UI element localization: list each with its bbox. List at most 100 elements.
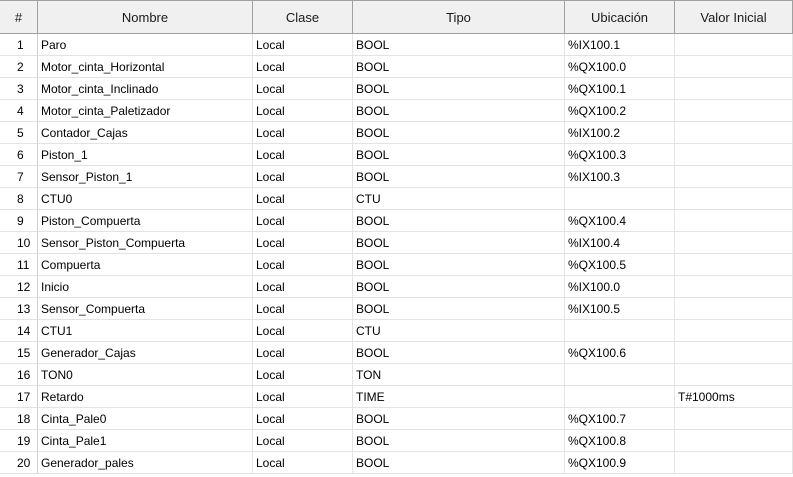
cell-clase[interactable]: Local [253, 430, 353, 452]
cell-nombre[interactable]: Sensor_Piston_Compuerta [38, 232, 253, 254]
table-row[interactable]: 14 CTU1 Local CTU [0, 320, 793, 342]
cell-ubicacion[interactable]: %IX100.0 [565, 276, 675, 298]
row-number[interactable]: 14 [0, 320, 38, 342]
table-row[interactable]: 19 Cinta_Pale1 Local BOOL %QX100.8 [0, 430, 793, 452]
cell-ubicacion[interactable]: %QX100.5 [565, 254, 675, 276]
cell-clase[interactable]: Local [253, 56, 353, 78]
cell-valor-inicial[interactable] [675, 320, 793, 342]
row-number[interactable]: 9 [0, 210, 38, 232]
cell-valor-inicial[interactable] [675, 254, 793, 276]
cell-tipo[interactable]: BOOL [353, 34, 565, 56]
cell-valor-inicial[interactable] [675, 100, 793, 122]
table-row[interactable]: 15 Generador_Cajas Local BOOL %QX100.6 [0, 342, 793, 364]
row-number[interactable]: 8 [0, 188, 38, 210]
row-number[interactable]: 20 [0, 452, 38, 474]
cell-valor-inicial[interactable] [675, 122, 793, 144]
cell-tipo[interactable]: BOOL [353, 100, 565, 122]
cell-ubicacion[interactable]: %QX100.0 [565, 56, 675, 78]
cell-tipo[interactable]: BOOL [353, 342, 565, 364]
row-number[interactable]: 2 [0, 56, 38, 78]
cell-clase[interactable]: Local [253, 100, 353, 122]
cell-valor-inicial[interactable] [675, 298, 793, 320]
cell-ubicacion[interactable]: %QX100.4 [565, 210, 675, 232]
cell-nombre[interactable]: Cinta_Pale1 [38, 430, 253, 452]
table-row[interactable]: 7 Sensor_Piston_1 Local BOOL %IX100.3 [0, 166, 793, 188]
cell-nombre[interactable]: Inicio [38, 276, 253, 298]
cell-valor-inicial[interactable] [675, 452, 793, 474]
cell-clase[interactable]: Local [253, 364, 353, 386]
cell-ubicacion[interactable]: %QX100.6 [565, 342, 675, 364]
cell-valor-inicial[interactable] [675, 34, 793, 56]
cell-clase[interactable]: Local [253, 144, 353, 166]
cell-clase[interactable]: Local [253, 166, 353, 188]
cell-tipo[interactable]: BOOL [353, 166, 565, 188]
cell-tipo[interactable]: BOOL [353, 408, 565, 430]
cell-valor-inicial[interactable] [675, 276, 793, 298]
table-row[interactable]: 20 Generador_pales Local BOOL %QX100.9 [0, 452, 793, 474]
cell-clase[interactable]: Local [253, 188, 353, 210]
cell-ubicacion[interactable]: %QX100.1 [565, 78, 675, 100]
cell-nombre[interactable]: Compuerta [38, 254, 253, 276]
cell-ubicacion[interactable] [565, 364, 675, 386]
cell-nombre[interactable]: Sensor_Compuerta [38, 298, 253, 320]
cell-nombre[interactable]: Cinta_Pale0 [38, 408, 253, 430]
table-row[interactable]: 5 Contador_Cajas Local BOOL %IX100.2 [0, 122, 793, 144]
cell-clase[interactable]: Local [253, 276, 353, 298]
row-number[interactable]: 10 [0, 232, 38, 254]
table-row[interactable]: 3 Motor_cinta_Inclinado Local BOOL %QX100.1 [0, 78, 793, 100]
cell-tipo[interactable]: CTU [353, 320, 565, 342]
table-row[interactable]: 6 Piston_1 Local BOOL %QX100.3 [0, 144, 793, 166]
row-number[interactable]: 5 [0, 122, 38, 144]
table-row[interactable]: 2 Motor_cinta_Horizontal Local BOOL %QX100.0 [0, 56, 793, 78]
cell-tipo[interactable]: BOOL [353, 122, 565, 144]
cell-tipo[interactable]: BOOL [353, 56, 565, 78]
cell-clase[interactable]: Local [253, 122, 353, 144]
cell-ubicacion[interactable] [565, 188, 675, 210]
table-row[interactable]: 10 Sensor_Piston_Compuerta Local BOOL %IX100… [0, 232, 793, 254]
cell-valor-inicial[interactable] [675, 144, 793, 166]
cell-valor-inicial[interactable] [675, 364, 793, 386]
cell-clase[interactable]: Local [253, 298, 353, 320]
cell-tipo[interactable]: BOOL [353, 276, 565, 298]
row-number[interactable]: 6 [0, 144, 38, 166]
table-row[interactable]: 4 Motor_cinta_Paletizador Local BOOL %QX100.… [0, 100, 793, 122]
cell-tipo[interactable]: BOOL [353, 210, 565, 232]
row-number[interactable]: 15 [0, 342, 38, 364]
row-number[interactable]: 13 [0, 298, 38, 320]
cell-ubicacion[interactable]: %IX100.2 [565, 122, 675, 144]
cell-ubicacion[interactable]: %QX100.7 [565, 408, 675, 430]
cell-nombre[interactable]: Retardo [38, 386, 253, 408]
cell-valor-inicial[interactable] [675, 188, 793, 210]
cell-clase[interactable]: Local [253, 408, 353, 430]
column-header-tipo[interactable]: Tipo [353, 1, 565, 33]
cell-nombre[interactable]: Sensor_Piston_1 [38, 166, 253, 188]
cell-tipo[interactable]: BOOL [353, 254, 565, 276]
cell-tipo[interactable]: BOOL [353, 452, 565, 474]
column-header-number[interactable]: # [0, 1, 38, 33]
cell-clase[interactable]: Local [253, 210, 353, 232]
cell-clase[interactable]: Local [253, 342, 353, 364]
cell-clase[interactable]: Local [253, 452, 353, 474]
cell-nombre[interactable]: CTU0 [38, 188, 253, 210]
cell-ubicacion[interactable] [565, 320, 675, 342]
cell-nombre[interactable]: TON0 [38, 364, 253, 386]
cell-clase[interactable]: Local [253, 254, 353, 276]
cell-clase[interactable]: Local [253, 386, 353, 408]
cell-tipo[interactable]: BOOL [353, 232, 565, 254]
cell-tipo[interactable]: CTU [353, 188, 565, 210]
cell-tipo[interactable]: BOOL [353, 430, 565, 452]
cell-nombre[interactable]: Motor_cinta_Horizontal [38, 56, 253, 78]
row-number[interactable]: 18 [0, 408, 38, 430]
cell-nombre[interactable]: Contador_Cajas [38, 122, 253, 144]
table-row[interactable]: 8 CTU0 Local CTU [0, 188, 793, 210]
cell-valor-inicial[interactable] [675, 56, 793, 78]
cell-clase[interactable]: Local [253, 34, 353, 56]
cell-tipo[interactable]: BOOL [353, 78, 565, 100]
cell-clase[interactable]: Local [253, 320, 353, 342]
cell-ubicacion[interactable]: %QX100.9 [565, 452, 675, 474]
table-row[interactable]: 16 TON0 Local TON [0, 364, 793, 386]
table-row[interactable]: 9 Piston_Compuerta Local BOOL %QX100.4 [0, 210, 793, 232]
cell-tipo[interactable]: TIME [353, 386, 565, 408]
table-row[interactable]: 17 Retardo Local TIME T#1000ms [0, 386, 793, 408]
row-number[interactable]: 16 [0, 364, 38, 386]
